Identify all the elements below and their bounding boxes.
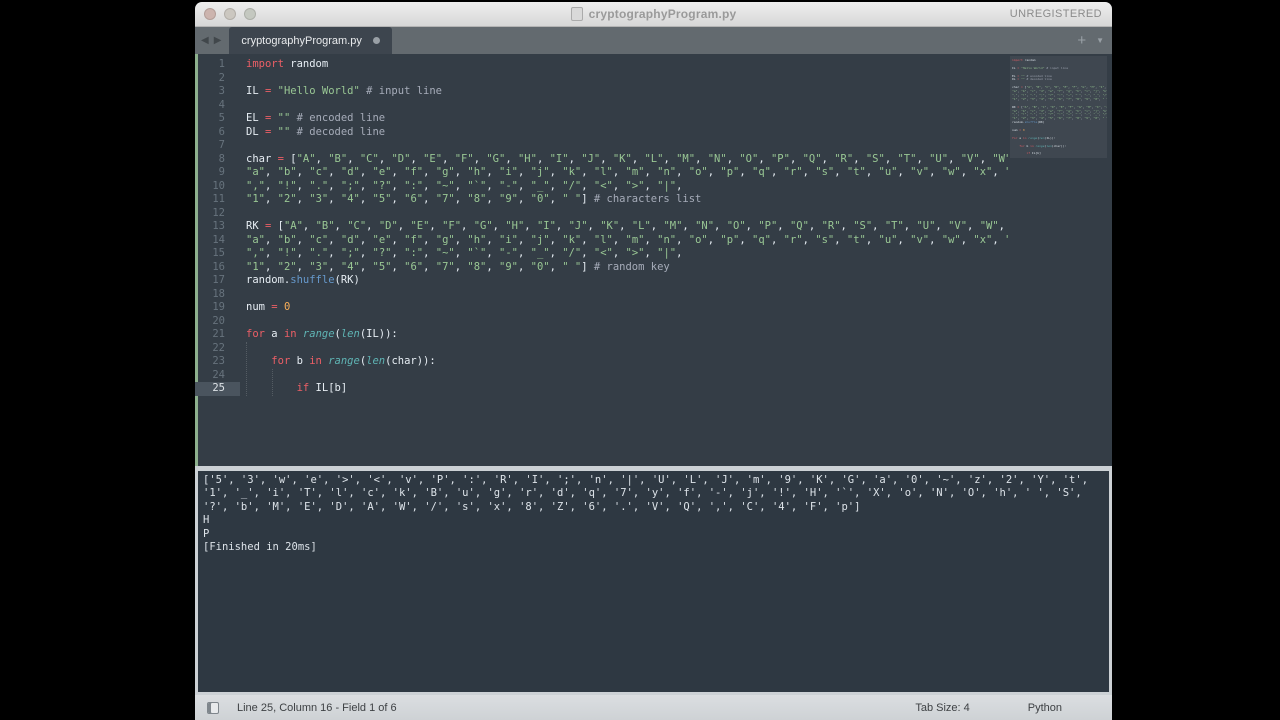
indent-guide [272, 369, 273, 396]
code-line: if IL[b] [296, 382, 348, 394]
line-number[interactable]: 19 [195, 301, 240, 315]
status-bar: Line 25, Column 16 - Field 1 of 6 Tab Si… [195, 695, 1112, 720]
console-line: P [203, 527, 210, 540]
line-number[interactable]: 8 [195, 153, 240, 167]
line-number[interactable]: 16 [195, 261, 240, 275]
code-line: EL = "" # encoded line [246, 112, 386, 124]
document-icon [570, 7, 583, 21]
console-line: '?', 'b', 'M', 'E', 'D', 'A', 'W', '/', … [203, 500, 861, 513]
code-line: "1", "2", "3", "4", "5", "6", "7", "8", … [246, 260, 670, 273]
code-line: RK = ["A", "B", "C", "D", "E", "F", "G",… [246, 220, 1005, 232]
tab-overflow-icon[interactable]: ▼ [1096, 36, 1104, 45]
window-title-group: cryptographyProgram.py [195, 2, 1112, 26]
code-line: ",", "!", ".", ";", "?", ":", "~", "`", … [246, 247, 683, 259]
window-title: cryptographyProgram.py [588, 7, 737, 21]
minimap-content: import random IL = "Hello World" # input … [1012, 59, 1107, 156]
code-line: random.shuffle(RK) [246, 274, 360, 286]
line-number[interactable]: 4 [195, 99, 240, 113]
tab-bar: ◀ ▶ cryptographyProgram.py + ▼ [195, 27, 1112, 54]
zoom-button[interactable] [244, 8, 256, 20]
new-tab-icon[interactable]: + [1077, 33, 1086, 48]
line-number[interactable]: 11 [195, 193, 240, 207]
editor-region: 1 2 3 4 5 6 7 8 9 10 11 12 13 14 15 16 17 18 19 20 21 22 23 24 2… [195, 54, 1112, 466]
panel-toggle-icon[interactable] [207, 701, 219, 714]
line-number[interactable]: 22 [195, 342, 240, 356]
code-line: DL = "" # decoded line [246, 125, 386, 138]
line-number[interactable]: 7 [195, 139, 240, 153]
minimap[interactable]: import random IL = "Hello World" # input … [1010, 56, 1107, 466]
indent-guide [246, 342, 247, 396]
minimap-line: if IL[b] [1026, 152, 1041, 156]
traffic-lights [204, 8, 256, 20]
line-number[interactable]: 6 [195, 126, 240, 140]
line-number-gutter: 1 2 3 4 5 6 7 8 9 10 11 12 13 14 15 16 17 18 19 20 21 22 23 24 2… [195, 58, 240, 396]
screen-background: cryptographyProgram.py UNREGISTERED ◀ ▶ … [0, 0, 1280, 720]
cursor-position: Line 25, Column 16 - Field 1 of 6 [237, 701, 397, 714]
code-line: "a", "b", "c", "d", "e", "f", "g", "h", … [246, 233, 1008, 246]
line-number[interactable]: 21 [195, 328, 240, 342]
code-editor[interactable]: import random IL = "Hello World" # input … [246, 58, 1008, 396]
code-line: for b in range(len(char)): [271, 355, 436, 367]
console-line: [Finished in 20ms] [203, 540, 317, 553]
console-line: ['5', '3', 'w', 'e', '>', '<', 'v', 'P',… [203, 474, 1089, 486]
minimize-button[interactable] [224, 8, 236, 20]
modified-indicator-icon [372, 37, 380, 44]
line-number[interactable]: 15 [195, 247, 240, 261]
forward-arrow-icon[interactable]: ▶ [214, 35, 222, 46]
line-number[interactable]: 2 [195, 72, 240, 86]
registration-status: UNREGISTERED [1009, 8, 1102, 20]
build-output-text: ['5', '3', 'w', 'e', '>', '<', 'v', 'P',… [198, 471, 1109, 557]
line-number[interactable]: 10 [195, 180, 240, 194]
line-number[interactable]: 23 [195, 355, 240, 369]
minimap-line: "1", "2", "3", "4", "5", "6", "7", "8", … [1012, 97, 1107, 101]
line-number[interactable]: 9 [195, 166, 240, 180]
line-number[interactable]: 25 [195, 382, 240, 396]
line-number[interactable]: 24 [195, 369, 240, 383]
code-line: ",", "!", ".", ";", "?", ":", "~", "`", … [246, 179, 683, 192]
line-number[interactable]: 5 [195, 112, 240, 126]
status-bar-right: Tab Size: 4 Python [915, 702, 1062, 714]
tab-cryptography-program[interactable]: cryptographyProgram.py [229, 27, 392, 54]
line-number[interactable]: 13 [195, 220, 240, 234]
line-number[interactable]: 17 [195, 274, 240, 288]
line-number[interactable]: 20 [195, 315, 240, 329]
line-number[interactable]: 1 [195, 58, 240, 72]
back-arrow-icon[interactable]: ◀ [201, 35, 209, 46]
tab-size-indicator[interactable]: Tab Size: 4 [915, 702, 969, 714]
sublime-text-window: cryptographyProgram.py UNREGISTERED ◀ ▶ … [195, 2, 1112, 720]
syntax-indicator[interactable]: Python [1028, 702, 1062, 714]
build-output-panel[interactable]: ['5', '3', 'w', 'e', '>', '<', 'v', 'P',… [195, 471, 1112, 695]
code-line: "1", "2", "3", "4", "5", "6", "7", "8", … [246, 193, 702, 205]
code-line: "a", "b", "c", "d", "e", "f", "g", "h", … [246, 166, 1008, 178]
code-line: import random [246, 58, 329, 70]
code-line: IL = "Hello World" # input line [246, 85, 442, 97]
code-line: char = ["A", "B", "C", "D", "E", "F", "G… [246, 152, 1008, 165]
titlebar[interactable]: cryptographyProgram.py UNREGISTERED [195, 2, 1112, 27]
code-line: for a in range(len(IL)): [246, 328, 398, 340]
code-line: num = 0 [246, 301, 291, 313]
line-number[interactable]: 18 [195, 288, 240, 302]
line-number[interactable]: 3 [195, 85, 240, 99]
line-number[interactable]: 12 [195, 207, 240, 221]
tab-nav-arrows: ◀ ▶ [201, 35, 221, 46]
close-button[interactable] [204, 8, 216, 20]
tab-label: cryptographyProgram.py [241, 34, 362, 47]
console-line: '1', '_', 'i', 'T', 'l', 'c', 'k', 'B', … [203, 487, 1082, 500]
tab-bar-controls: + ▼ [1077, 33, 1104, 48]
line-number[interactable]: 14 [195, 234, 240, 248]
console-line: H [203, 514, 210, 527]
